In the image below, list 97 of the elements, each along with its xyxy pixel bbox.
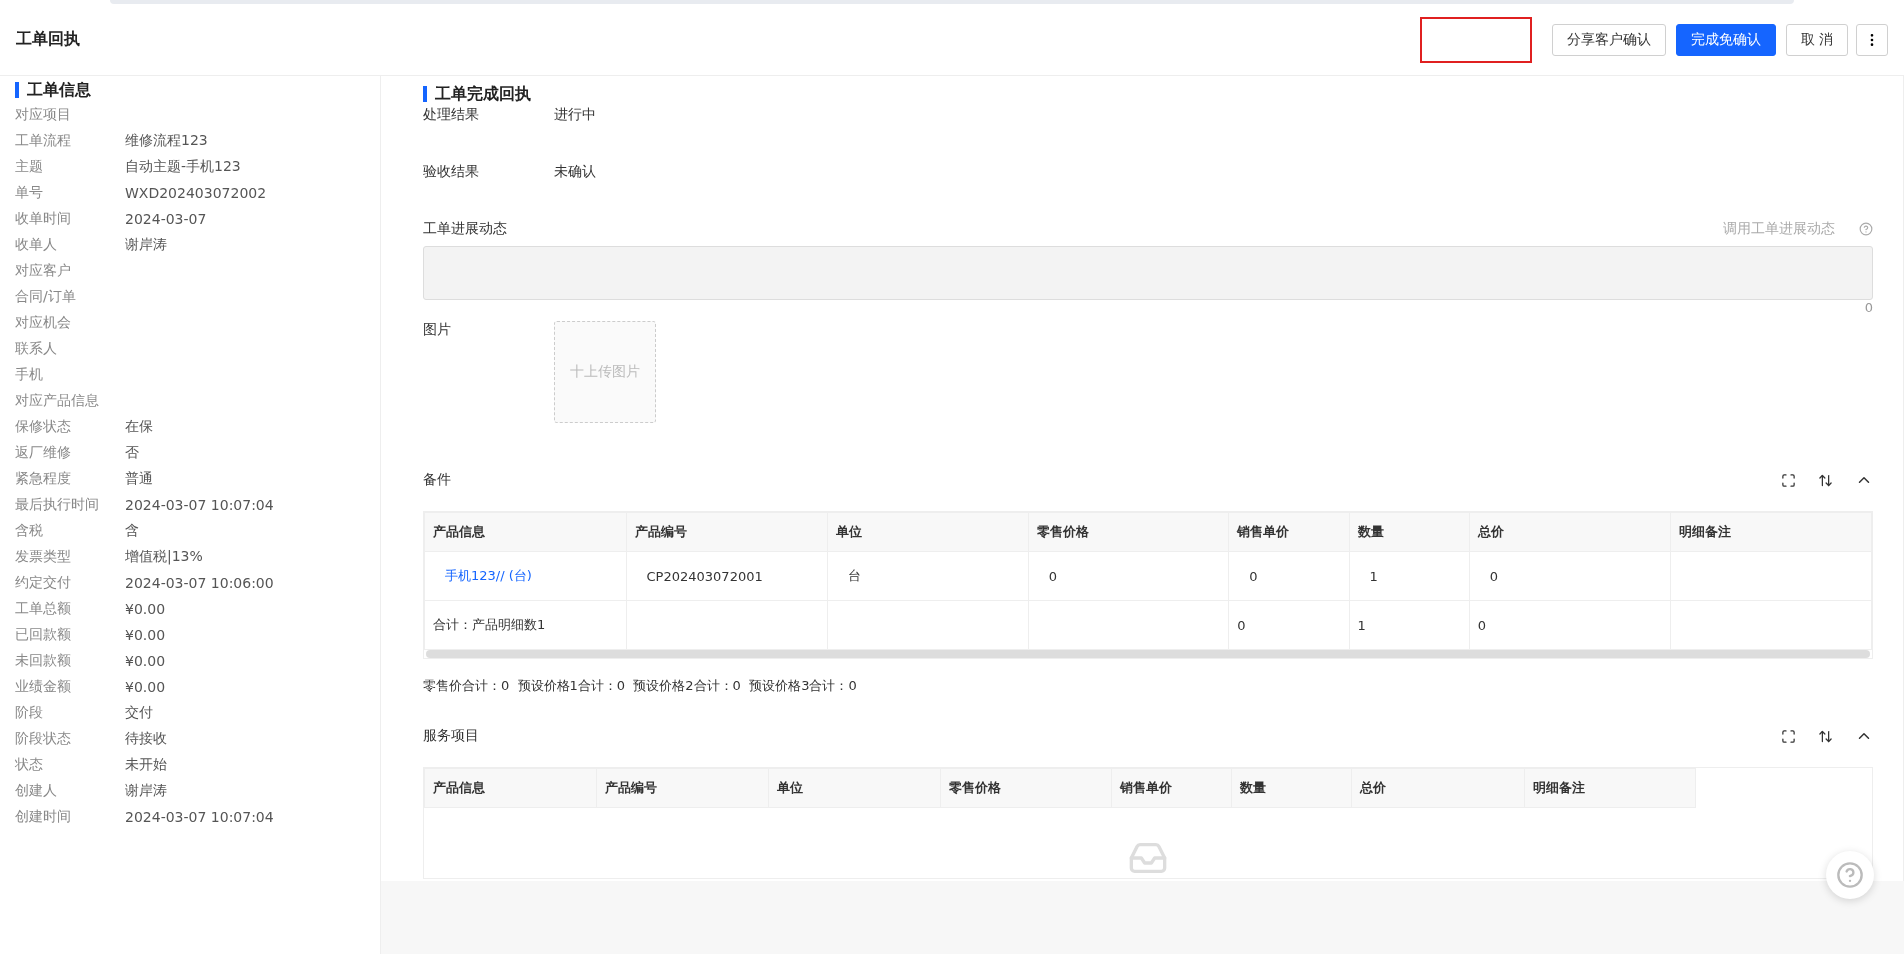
field-label: 含税: [15, 522, 44, 540]
section-title: 工单完成回执: [423, 86, 1873, 102]
expand-rows-icon[interactable]: [1818, 472, 1833, 488]
field-value: 否: [125, 444, 139, 462]
page-title: 工单回执: [16, 29, 81, 50]
field-label: 阶段: [15, 704, 44, 722]
field-value: ¥0.00: [125, 601, 166, 617]
field-label: 创建时间: [15, 808, 72, 826]
field-label: 业绩金额: [15, 678, 72, 696]
column-header: 单位: [768, 768, 941, 808]
field-label: 最后执行时间: [15, 496, 100, 514]
field-label: 收单人: [15, 236, 58, 254]
field-label: 收单时间: [15, 210, 72, 228]
column-header: 零售价格: [940, 768, 1112, 808]
table-title: 备件: [423, 471, 451, 489]
column-header: 总价: [1351, 768, 1525, 808]
field-value: 交付: [125, 704, 153, 722]
field-label: 工单流程: [15, 132, 72, 150]
field-value: 未确认: [554, 163, 596, 181]
table-cell: 1: [1369, 568, 1378, 584]
field-label: 工单进展动态: [423, 220, 507, 238]
fullscreen-icon[interactable]: [1781, 472, 1796, 488]
field-value: ¥0.00: [125, 679, 166, 695]
field-label: 对应机会: [15, 314, 72, 332]
field-label: 处理结果: [423, 106, 480, 124]
field-value: ¥0.00: [125, 627, 166, 643]
field-label: 创建人: [15, 782, 58, 800]
field-value: 谢岸涛: [125, 782, 167, 800]
table-cell: 0: [1477, 617, 1487, 633]
table-cell: 0: [1489, 568, 1499, 584]
horizontal-scrollbar[interactable]: [426, 650, 1870, 658]
column-header: 销售单价: [1228, 512, 1349, 552]
field-label: 对应客户: [15, 262, 72, 280]
confirm-button[interactable]: 完成免确认: [1675, 23, 1776, 56]
column-header: 产品信息: [424, 768, 597, 808]
field-value: 含: [125, 522, 139, 540]
price-summary: 零售价合计：0 预设价格1合计：0 预设价格2合计：0 预设价格3合计：0: [423, 677, 858, 695]
column-header: 产品编号: [596, 768, 769, 808]
field-label: 对应项目: [15, 106, 72, 124]
field-value: WXD202403072002: [125, 185, 267, 201]
column-header: 单位: [827, 512, 1029, 552]
field-label: 发票类型: [15, 548, 72, 566]
table-cell: 台: [848, 568, 862, 583]
product-link[interactable]: 手机123// (台): [445, 568, 532, 583]
field-value: 在保: [125, 418, 153, 436]
action-button[interactable]: 取 消: [1785, 23, 1848, 56]
table-cell: 0: [1048, 568, 1057, 584]
field-label: 联系人: [15, 340, 58, 358]
field-value: 2024-03-07 10:06:00: [125, 575, 274, 591]
field-label: 工单总额: [15, 600, 72, 618]
field-value: 维修流程123: [125, 132, 208, 150]
field-label: 未回款额: [15, 652, 72, 670]
field-label: 手机: [15, 366, 44, 384]
action-button[interactable]: 分享客户确认: [1551, 23, 1666, 56]
column-header: 总价: [1469, 512, 1671, 552]
field-value: 谢岸涛: [125, 236, 167, 254]
column-header: 数量: [1349, 512, 1470, 552]
field-label: 约定交付: [15, 574, 72, 592]
field-label: 状态: [15, 756, 44, 774]
fullscreen-icon[interactable]: [1781, 728, 1796, 744]
field-label: 主题: [15, 158, 44, 176]
field-value: 未开始: [125, 756, 167, 774]
field-value: 2024-03-07 10:07:04: [125, 809, 274, 825]
field-label: 对应产品信息: [15, 392, 100, 410]
column-header: 明细备注: [1670, 512, 1872, 552]
field-value: 待接收: [125, 730, 167, 748]
table-cell: 0: [1249, 568, 1258, 584]
field-value: ¥0.00: [125, 653, 166, 669]
field-value: 进行中: [554, 106, 596, 124]
field-label: 验收结果: [423, 163, 480, 181]
field-label: 图片: [423, 321, 452, 339]
table-cell: 1: [1357, 617, 1366, 633]
field-label: 阶段状态: [15, 730, 72, 748]
column-header: 产品编号: [626, 512, 828, 552]
table-cell: 合计：产品明细数1: [433, 617, 546, 632]
column-header: 数量: [1231, 768, 1352, 808]
field-label: 已回款额: [15, 626, 72, 644]
column-header: 明细备注: [1524, 768, 1696, 808]
field-value: 普通: [125, 470, 153, 488]
field-label: 紧急程度: [15, 470, 72, 488]
field-label: 保修状态: [15, 418, 72, 436]
character-count: 0: [1863, 300, 1873, 315]
column-header: 销售单价: [1111, 768, 1232, 808]
table-title: 服务项目: [423, 727, 479, 745]
column-header: 产品信息: [424, 512, 627, 552]
field-label: 合同/订单: [15, 288, 77, 306]
field-label: 单号: [15, 184, 44, 202]
field-value: 2024-03-07 10:07:04: [125, 497, 274, 513]
help-icon: [1836, 861, 1864, 889]
table-cell: CP202403072001: [646, 568, 763, 584]
field-value: 自动主题-手机123: [125, 158, 241, 176]
expand-rows-icon[interactable]: [1818, 728, 1833, 744]
field-value: 2024-03-07: [125, 211, 207, 227]
field-label: 返厂维修: [15, 444, 72, 462]
table-cell: 0: [1237, 617, 1246, 633]
field-value: 增值税|13%: [125, 548, 203, 566]
column-header: 零售价格: [1028, 512, 1229, 552]
